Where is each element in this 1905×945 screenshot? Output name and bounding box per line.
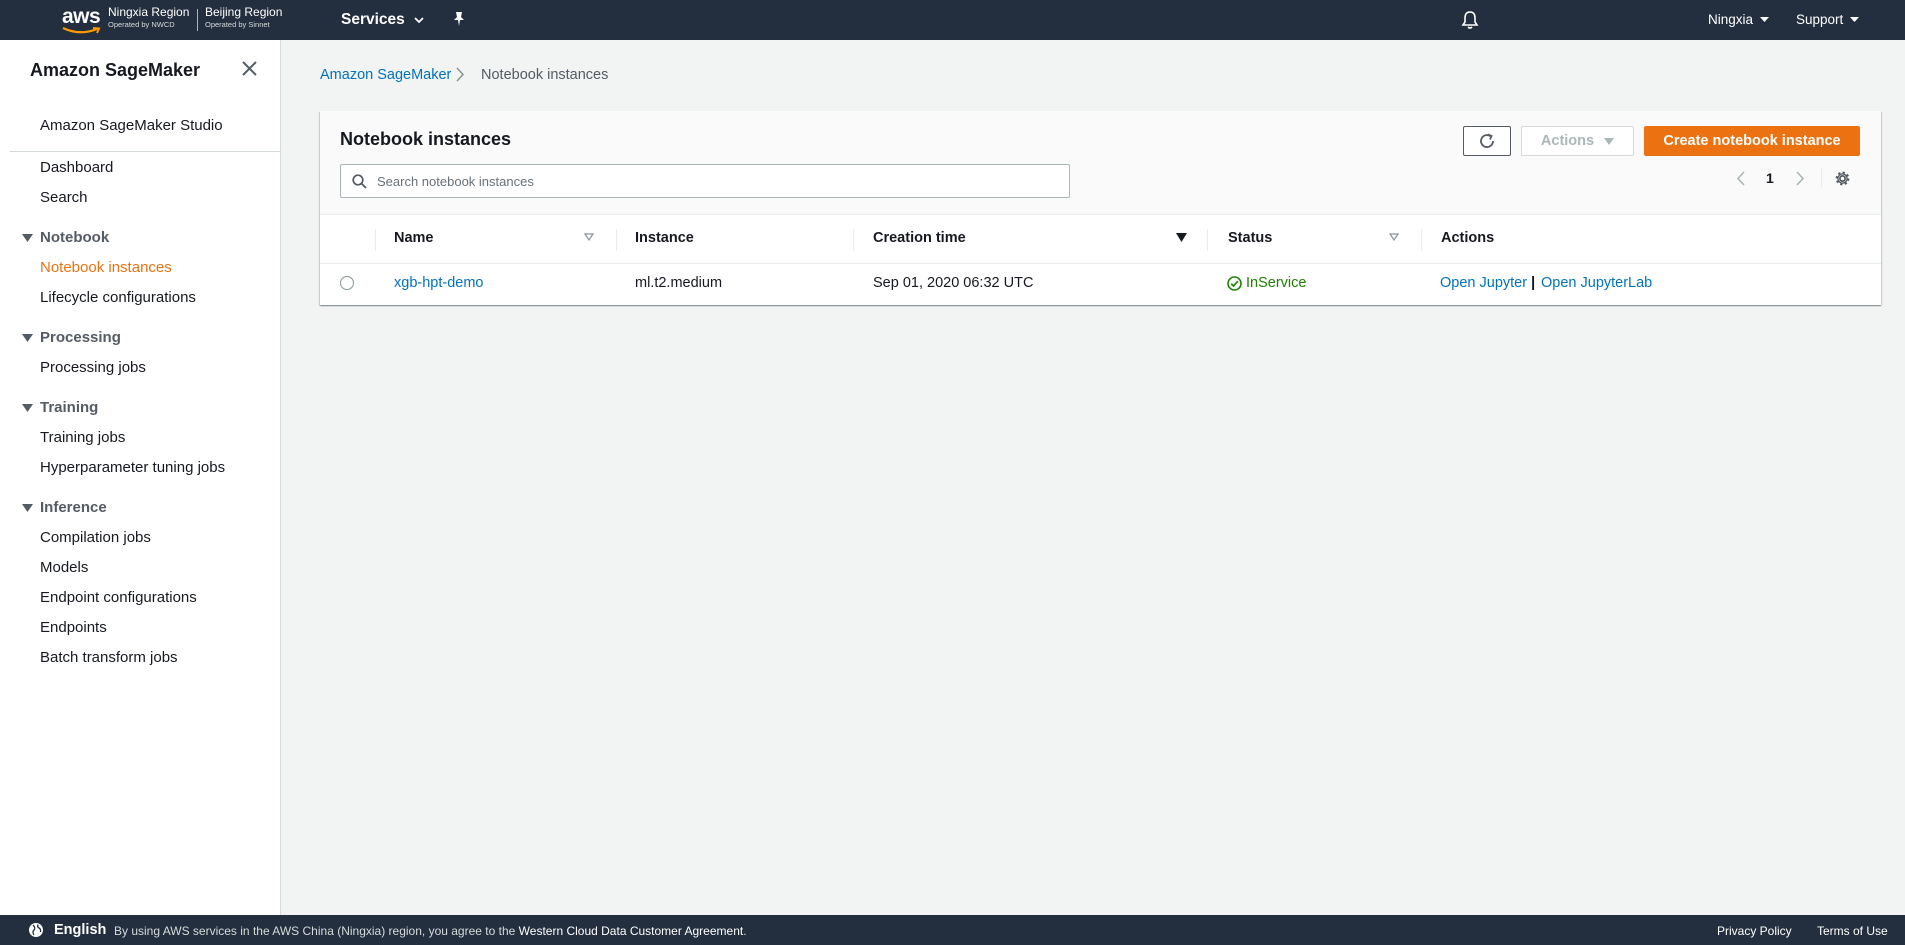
chevron-right-icon	[456, 67, 465, 87]
next-page-button[interactable]	[1796, 171, 1805, 191]
sidebar-item-models[interactable]: Models	[40, 559, 88, 576]
caret-down-icon	[1604, 137, 1615, 145]
sort-descending-icon[interactable]	[1176, 233, 1187, 242]
bell-icon[interactable]	[1461, 10, 1479, 35]
sidebar-item-endpoints[interactable]: Endpoints	[40, 619, 107, 636]
chevron-down-icon	[414, 16, 424, 23]
services-menu[interactable]: Services	[341, 11, 424, 29]
region-selector[interactable]: Ningxia	[1708, 12, 1770, 27]
column-header-actions: Actions	[1441, 230, 1495, 246]
status-badge: InService	[1227, 275, 1306, 291]
breadcrumb-current: Notebook instances	[481, 67, 609, 83]
region-ningxia: Ningxia Region Operated by NWCD	[108, 5, 190, 29]
actions-dropdown[interactable]: Actions	[1521, 126, 1634, 156]
sidebar-item-notebook-instances[interactable]: Notebook instances	[40, 259, 172, 276]
sidebar-item-dashboard[interactable]: Dashboard	[40, 159, 113, 176]
footer-notice: By using AWS services in the AWS China (…	[114, 924, 747, 938]
open-jupyter-link[interactable]: Open Jupyter	[1440, 275, 1527, 291]
column-header-instance[interactable]: Instance	[635, 230, 694, 246]
notebook-name-link[interactable]: xgb-hpt-demo	[394, 275, 483, 291]
sidebar-item-processing-jobs[interactable]: Processing jobs	[40, 359, 146, 376]
region-beijing: Beijing Region Operated by Sinnet	[205, 5, 283, 29]
sidebar-item-studio[interactable]: Amazon SageMaker Studio	[40, 117, 223, 134]
refresh-button[interactable]	[1463, 126, 1511, 156]
services-label: Services	[341, 11, 405, 28]
column-header-name[interactable]: Name	[394, 230, 434, 246]
region-divider	[197, 9, 198, 31]
aws-logo[interactable]: aws	[62, 5, 101, 34]
sidebar-item-endpoint-configurations[interactable]: Endpoint configurations	[40, 589, 197, 606]
support-menu[interactable]: Support	[1796, 12, 1860, 27]
search-box	[340, 164, 1070, 198]
caret-down-icon	[1760, 16, 1770, 22]
column-header-creation-time[interactable]: Creation time	[873, 230, 966, 246]
caret-down-icon	[22, 503, 33, 512]
column-divider	[1207, 229, 1208, 251]
pager-divider	[1821, 168, 1822, 188]
language-selector[interactable]: English	[54, 922, 106, 938]
actions-separator: |	[1531, 274, 1536, 291]
caret-down-icon	[22, 233, 33, 242]
caret-down-icon	[22, 333, 33, 342]
sidebar-divider	[10, 151, 281, 152]
panel-header: Notebook instances Actions Create notebo…	[320, 111, 1881, 215]
close-icon[interactable]	[242, 61, 257, 81]
sidebar-item-search[interactable]: Search	[40, 189, 88, 206]
instance-type: ml.t2.medium	[635, 275, 723, 291]
sidebar-section-training[interactable]: Training	[22, 399, 98, 416]
sidebar-section-inference[interactable]: Inference	[22, 499, 107, 516]
sidebar-title[interactable]: Amazon SageMaker	[30, 60, 200, 81]
aws-logo-text: aws	[62, 5, 101, 28]
customer-agreement-link[interactable]: Western Cloud Data Customer Agreement	[519, 924, 744, 938]
sidebar-item-training-jobs[interactable]: Training jobs	[40, 429, 125, 446]
terms-of-use-link[interactable]: Terms of Use	[1817, 924, 1888, 938]
sidebar-item-lifecycle-configurations[interactable]: Lifecycle configurations	[40, 289, 196, 306]
column-divider	[616, 229, 617, 251]
footer: English By using AWS services in the AWS…	[0, 915, 1905, 945]
column-header-status[interactable]: Status	[1228, 230, 1272, 246]
sidebar-item-hyperparameter-tuning-jobs[interactable]: Hyperparameter tuning jobs	[40, 459, 225, 476]
row-select-radio[interactable]	[340, 276, 354, 290]
search-input[interactable]	[377, 165, 1057, 197]
sidebar-section-notebook[interactable]: Notebook	[22, 229, 109, 246]
sidebar-section-processing[interactable]: Processing	[22, 329, 121, 346]
chevron-right-icon	[1796, 171, 1805, 186]
refresh-icon	[1480, 133, 1494, 148]
panel-title: Notebook instances	[340, 129, 512, 149]
aws-smile-icon	[62, 27, 101, 34]
globe-icon	[29, 923, 43, 937]
open-jupyterlab-link[interactable]: Open JupyterLab	[1541, 275, 1652, 291]
search-icon	[352, 174, 367, 189]
caret-down-icon	[22, 403, 33, 412]
sort-icon[interactable]	[1389, 233, 1399, 241]
notebook-instances-panel: Notebook instances Actions Create notebo…	[320, 111, 1881, 305]
breadcrumb-root[interactable]: Amazon SageMaker	[320, 67, 451, 83]
sidebar: Amazon SageMaker Amazon SageMaker Studio…	[0, 40, 281, 915]
column-divider	[375, 229, 376, 251]
pin-icon[interactable]	[452, 11, 466, 32]
previous-page-button[interactable]	[1736, 171, 1745, 191]
create-notebook-instance-button[interactable]: Create notebook instance	[1644, 126, 1860, 156]
page-number[interactable]: 1	[1766, 170, 1774, 186]
check-circle-icon	[1227, 275, 1242, 291]
sidebar-item-batch-transform-jobs[interactable]: Batch transform jobs	[40, 649, 178, 666]
caret-down-icon	[1850, 16, 1860, 22]
chevron-left-icon	[1736, 171, 1745, 186]
column-divider	[1421, 229, 1422, 251]
top-navigation: aws Ningxia Region Operated by NWCD Beij…	[0, 0, 1905, 40]
sidebar-item-compilation-jobs[interactable]: Compilation jobs	[40, 529, 151, 546]
gear-icon[interactable]	[1834, 170, 1851, 192]
column-divider	[853, 229, 854, 251]
header-row-divider	[320, 263, 1881, 264]
sort-icon[interactable]	[584, 233, 594, 241]
creation-time: Sep 01, 2020 06:32 UTC	[873, 275, 1034, 291]
privacy-policy-link[interactable]: Privacy Policy	[1717, 924, 1792, 938]
